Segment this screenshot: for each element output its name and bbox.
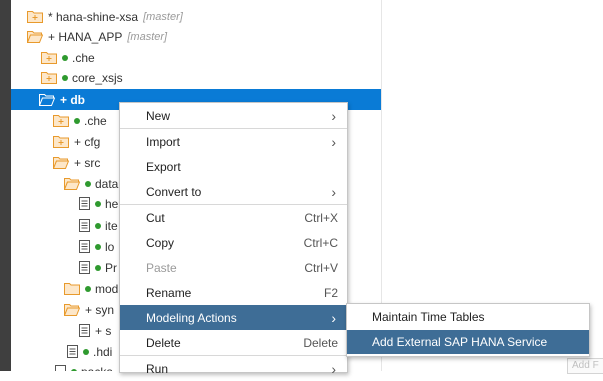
tree-row-label: + db	[60, 92, 86, 107]
folder-open-icon	[27, 31, 43, 43]
left-gutter	[0, 0, 11, 371]
tree-row-hana-app[interactable]: + HANA_APP [master]	[11, 26, 381, 47]
tree-row-label: .hdi	[93, 344, 113, 359]
status-dot	[74, 117, 80, 124]
menu-item-label: New	[146, 108, 171, 123]
tree-row-hana-shine-xsa[interactable]: * hana-shine-xsa [master]	[11, 6, 381, 27]
folder-open-icon	[53, 157, 69, 169]
menu-item-label: Convert to	[146, 184, 202, 199]
menu-item-shortcut: Ctrl+C	[303, 235, 338, 250]
tree-row-label: data	[95, 176, 119, 191]
tree-row-label: + HANA_APP	[48, 29, 123, 44]
menu-item-label: Import	[146, 134, 181, 149]
tree-row-label: + cfg	[74, 134, 101, 149]
submenu-arrow-icon: ›	[331, 183, 336, 200]
folder-closed-icon	[27, 11, 43, 23]
file-icon	[79, 240, 90, 253]
submenu-item-add-external-sap-hana-service[interactable]: Add External SAP HANA Service	[347, 330, 589, 354]
tree-row-label: + s	[95, 323, 112, 338]
menu-item-export[interactable]: Export	[120, 154, 347, 179]
status-dot	[62, 54, 68, 61]
status-dot	[95, 264, 101, 271]
tree-row-che[interactable]: .che	[11, 47, 381, 68]
folder-open-icon	[64, 304, 80, 316]
submenu-arrow-icon: ›	[331, 107, 336, 124]
menu-item-shortcut: Ctrl+X	[304, 210, 338, 225]
status-dot	[95, 200, 101, 207]
branch-badge: [master]	[127, 30, 168, 43]
file-icon	[79, 324, 90, 337]
tree-row-label: .che	[72, 50, 95, 65]
menu-item-copy[interactable]: Copy Ctrl+C	[120, 230, 347, 255]
submenu-item-label: Add External SAP HANA Service	[372, 335, 548, 349]
submenu-item-maintain-time-tables[interactable]: Maintain Time Tables	[347, 305, 589, 329]
status-dot	[62, 74, 68, 81]
folder-closed-icon	[53, 115, 69, 127]
menu-item-rename[interactable]: Rename F2	[120, 280, 347, 305]
tree-row-label: Pr	[105, 260, 117, 275]
folder-closed-icon	[53, 136, 69, 148]
tree-row-label: * hana-shine-xsa	[48, 9, 139, 24]
submenu-arrow-icon: ›	[331, 360, 336, 377]
status-dot	[95, 222, 101, 229]
tree-row-label: packa	[81, 365, 113, 372]
submenu-item-label: Maintain Time Tables	[372, 310, 485, 324]
file-icon	[79, 261, 90, 274]
add-button-partial[interactable]: Add F	[567, 358, 603, 374]
context-menu: New › Import › Export Convert to › Cut C…	[119, 102, 348, 377]
tree-row-label: mod	[95, 281, 119, 296]
menu-item-label: Delete	[146, 335, 181, 350]
status-dot	[85, 285, 91, 292]
folder-closed-icon	[64, 283, 80, 295]
menu-item-label: Cut	[146, 210, 165, 225]
folder-closed-icon	[41, 72, 57, 84]
file-icon	[67, 345, 78, 358]
tree-row-label: .che	[84, 113, 107, 128]
menu-item-delete[interactable]: Delete Delete	[120, 330, 347, 355]
menu-item-label: Modeling Actions	[146, 310, 237, 325]
menu-item-label: Export	[146, 159, 181, 174]
folder-open-icon	[39, 94, 55, 106]
tree-row-label: he	[105, 196, 119, 211]
file-icon	[79, 197, 90, 210]
modeling-actions-submenu: Maintain Time Tables Add External SAP HA…	[346, 303, 590, 357]
menu-item-import[interactable]: Import ›	[120, 129, 347, 154]
tree-row-label: core_xsjs	[72, 70, 123, 85]
file-icon	[55, 365, 66, 371]
menu-item-paste[interactable]: Paste Ctrl+V	[120, 255, 347, 280]
file-icon	[79, 219, 90, 232]
menu-item-shortcut: F2	[323, 285, 338, 300]
menu-item-modeling-actions[interactable]: Modeling Actions ›	[120, 305, 347, 330]
tree-row-label: + syn	[85, 302, 115, 317]
menu-item-label: Rename	[146, 285, 192, 300]
submenu-arrow-icon: ›	[331, 309, 336, 326]
tree-row-label: ite	[105, 218, 118, 233]
branch-badge: [master]	[143, 10, 183, 23]
submenu-arrow-icon: ›	[331, 133, 336, 150]
menu-item-new[interactable]: New ›	[120, 103, 347, 128]
menu-item-shortcut: Ctrl+V	[304, 260, 338, 275]
menu-item-cut[interactable]: Cut Ctrl+X	[120, 205, 347, 230]
tree-row-label: lo	[105, 239, 115, 254]
folder-open-icon	[64, 178, 80, 190]
menu-item-run[interactable]: Run ›	[120, 356, 347, 381]
menu-item-shortcut: Delete	[303, 335, 338, 350]
status-dot	[95, 243, 101, 250]
menu-item-label: Run	[146, 361, 169, 376]
menu-item-label: Paste	[146, 260, 177, 275]
menu-item-label: Copy	[146, 235, 175, 250]
menu-item-convert-to[interactable]: Convert to ›	[120, 179, 347, 204]
tree-row-core-xsjs[interactable]: core_xsjs	[11, 67, 381, 88]
status-dot	[85, 180, 91, 187]
folder-closed-icon	[41, 52, 57, 64]
status-dot	[83, 348, 89, 355]
tree-row-label: + src	[74, 155, 101, 170]
